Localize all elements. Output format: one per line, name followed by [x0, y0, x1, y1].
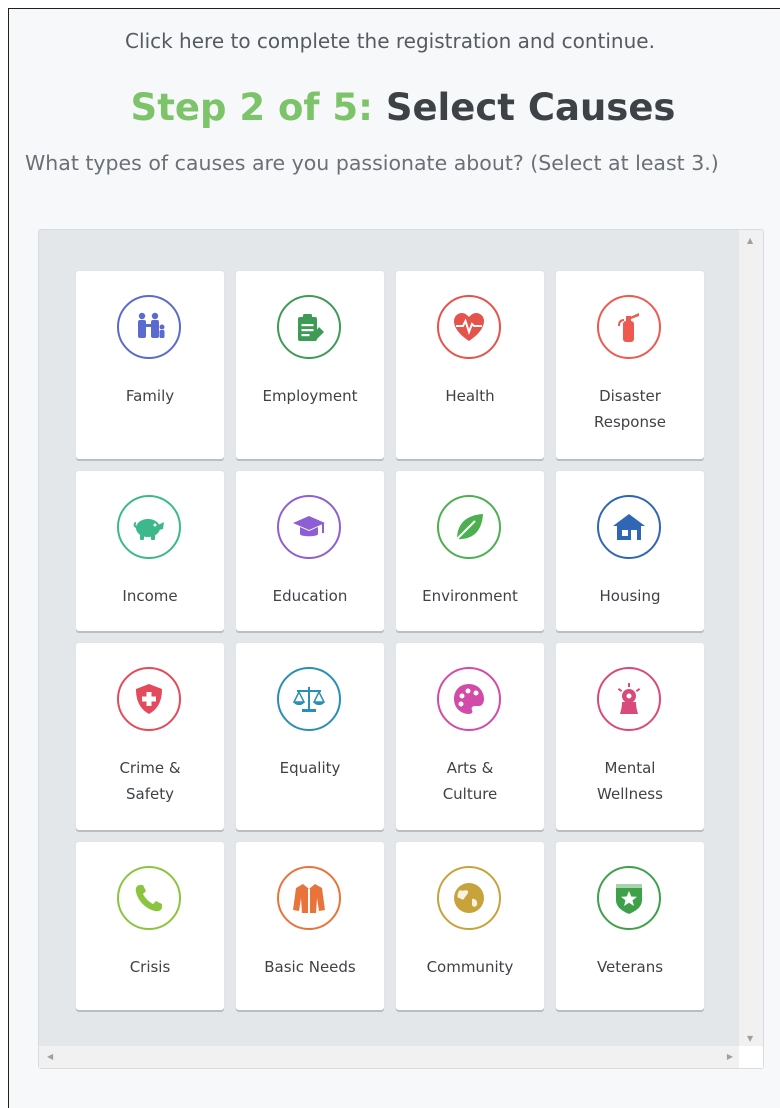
- cause-card-label: Crime & Safety: [119, 759, 181, 803]
- cause-card-crisis[interactable]: Crisis: [76, 842, 224, 1010]
- family-icon: [117, 295, 181, 359]
- cause-card-label: Community: [426, 958, 514, 976]
- complete-registration-link[interactable]: Click here to complete the registration …: [0, 29, 780, 53]
- cause-card-label: Health: [445, 387, 495, 405]
- page-subtitle: What types of causes are you passionate …: [25, 151, 719, 175]
- cause-card-basic-needs[interactable]: Basic Needs: [236, 842, 384, 1010]
- fire-extinguisher-icon: [597, 295, 661, 359]
- cause-card-label: Disaster Response: [593, 387, 667, 431]
- horizontal-scrollbar[interactable]: ◀ ▶: [39, 1046, 741, 1068]
- cause-card-label: Equality: [279, 759, 341, 777]
- jacket-icon: [277, 866, 341, 930]
- cause-card-label: Environment: [422, 587, 518, 605]
- cause-card-label: Veterans: [596, 958, 664, 976]
- causes-panel: Family Employment Health Disaster Response I…: [38, 229, 764, 1069]
- scrollbar-corner: [739, 1046, 763, 1068]
- phone-icon: [117, 866, 181, 930]
- heart-pulse-icon: [437, 295, 501, 359]
- palette-icon: [437, 667, 501, 731]
- cause-card-label: Mental Wellness: [597, 759, 663, 803]
- cause-card-health[interactable]: Health: [396, 271, 544, 459]
- cause-card-education[interactable]: Education: [236, 471, 384, 631]
- graduation-cap-icon: [277, 495, 341, 559]
- cause-card-veterans[interactable]: Veterans: [556, 842, 704, 1010]
- cause-card-income[interactable]: Income: [76, 471, 224, 631]
- cause-card-environment[interactable]: Environment: [396, 471, 544, 631]
- cause-card-label: Employment: [262, 387, 358, 405]
- cause-card-label: Housing: [599, 587, 661, 605]
- scroll-up-arrow-icon[interactable]: ▲: [747, 236, 753, 246]
- badge-star-icon: [597, 866, 661, 930]
- cause-card-family[interactable]: Family: [76, 271, 224, 459]
- leaf-icon: [437, 495, 501, 559]
- step-title-text: Select Causes: [385, 86, 676, 129]
- scroll-left-arrow-icon[interactable]: ◀: [47, 1052, 53, 1062]
- vertical-scrollbar[interactable]: ▲ ▼: [739, 230, 763, 1048]
- cause-card-label: Education: [272, 587, 348, 605]
- cause-card-employment[interactable]: Employment: [236, 271, 384, 459]
- scroll-right-arrow-icon[interactable]: ▶: [727, 1052, 733, 1062]
- house-icon: [597, 495, 661, 559]
- cause-card-housing[interactable]: Housing: [556, 471, 704, 631]
- cause-card-equality[interactable]: Equality: [236, 643, 384, 830]
- cause-card-label: Family: [125, 387, 175, 405]
- page-title: Step 2 of 5: Select Causes: [0, 86, 780, 129]
- clipboard-icon: [277, 295, 341, 359]
- globe-icon: [437, 866, 501, 930]
- shield-cross-icon: [117, 667, 181, 731]
- mind-icon: [597, 667, 661, 731]
- cause-card-community[interactable]: Community: [396, 842, 544, 1010]
- cause-card-disaster-response[interactable]: Disaster Response: [556, 271, 704, 459]
- cause-card-label: Arts & Culture: [442, 759, 498, 803]
- cause-card-crime-safety[interactable]: Crime & Safety: [76, 643, 224, 830]
- cause-card-label: Income: [122, 587, 178, 605]
- cause-card-arts-culture[interactable]: Arts & Culture: [396, 643, 544, 830]
- cause-card-mental-wellness[interactable]: Mental Wellness: [556, 643, 704, 830]
- piggy-bank-icon: [117, 495, 181, 559]
- step-indicator: Step 2 of 5:: [130, 86, 373, 129]
- scroll-down-arrow-icon[interactable]: ▼: [747, 1034, 753, 1044]
- cause-card-label: Crisis: [129, 958, 171, 976]
- cause-card-label: Basic Needs: [264, 958, 356, 976]
- scales-icon: [277, 667, 341, 731]
